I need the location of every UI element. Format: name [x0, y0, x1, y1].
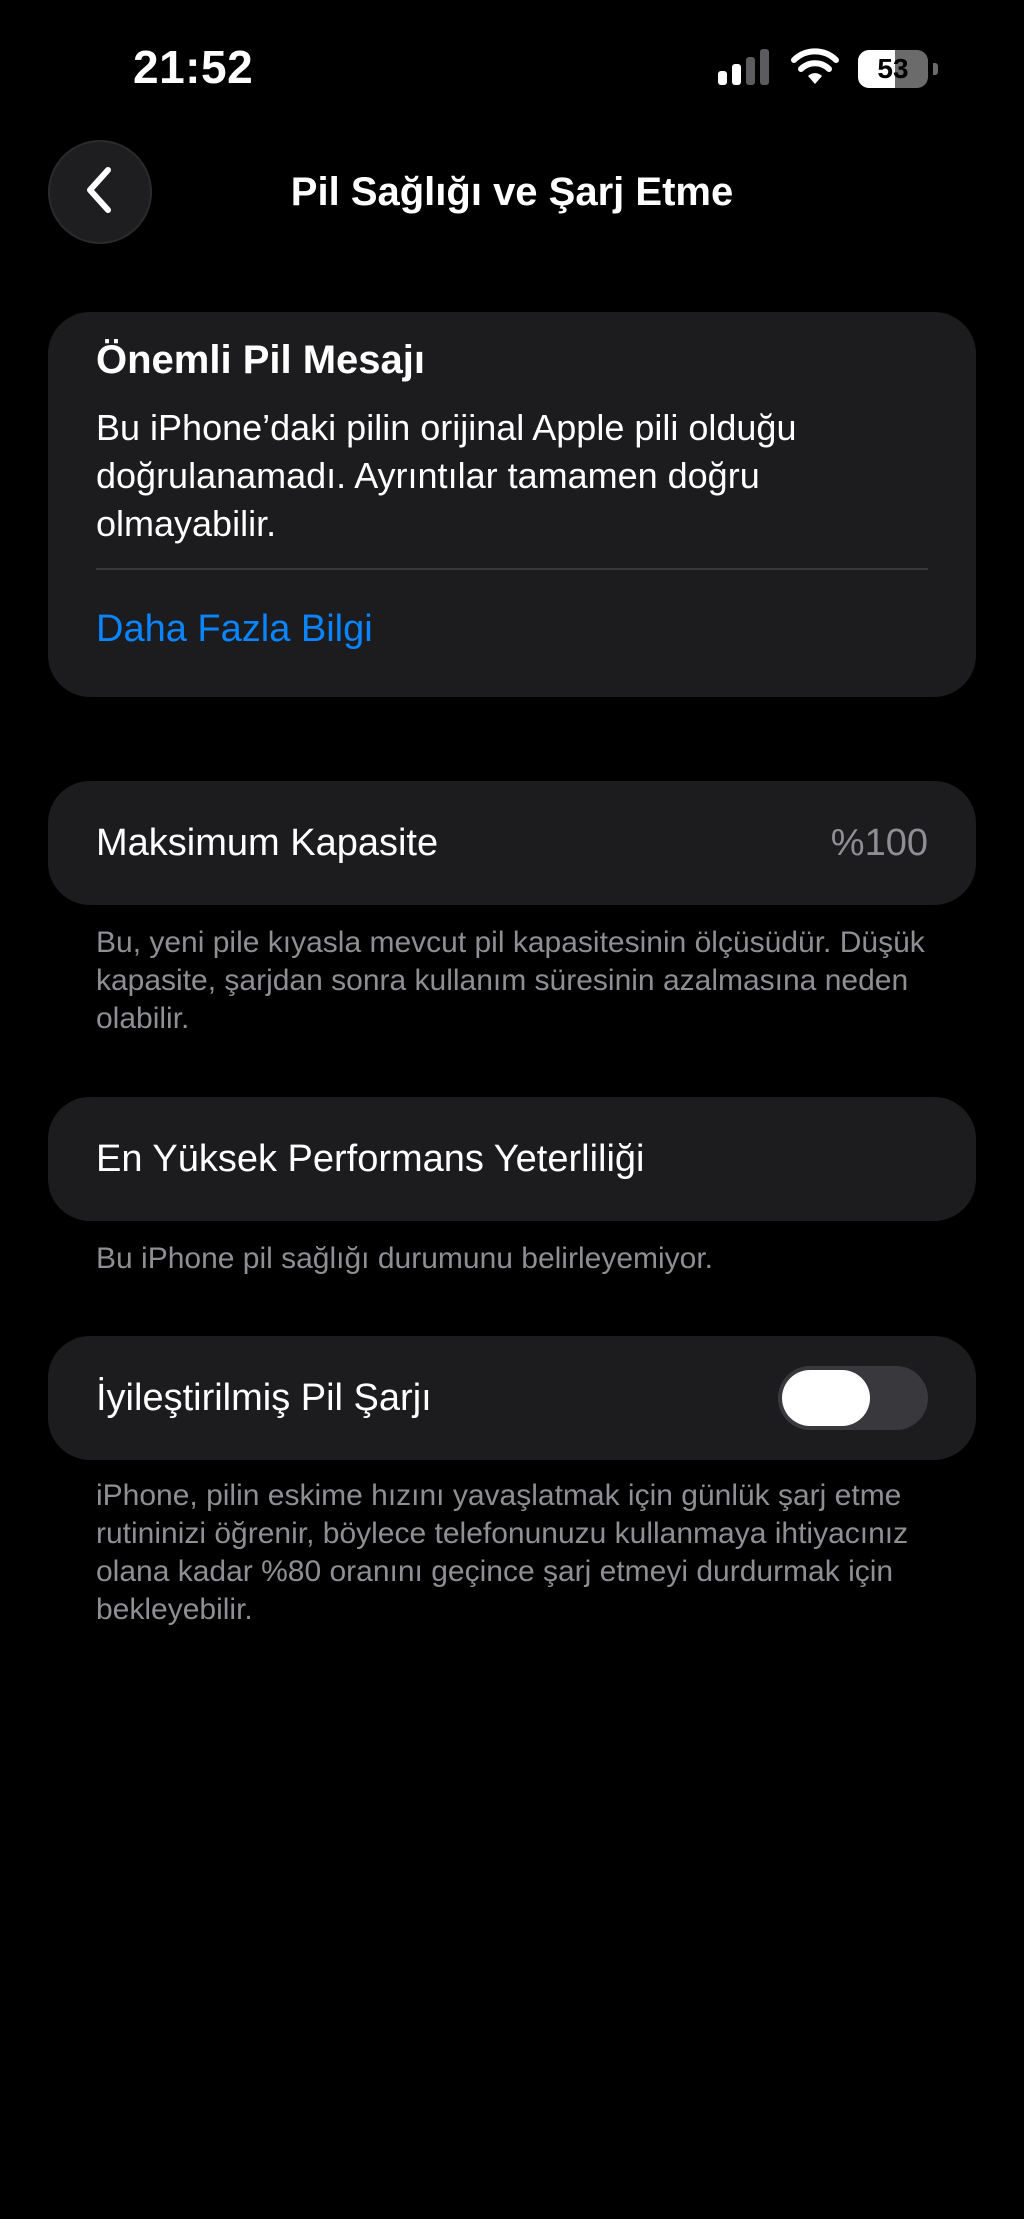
- back-button[interactable]: [48, 140, 152, 244]
- chevron-left-icon: [80, 164, 120, 221]
- optimized-charging-label: İyileştirilmiş Pil Şarjı: [96, 1377, 432, 1419]
- page-title: Pil Sağlığı ve Şarj Etme: [290, 170, 734, 214]
- learn-more-link[interactable]: Daha Fazla Bilgi: [96, 608, 373, 651]
- important-message-card: Önemli Pil Mesajı Bu iPhone’daki pilin o…: [48, 312, 976, 697]
- toggle-knob: [782, 1370, 870, 1426]
- status-time: 21:52: [133, 41, 254, 93]
- divider: [96, 568, 928, 570]
- max-capacity-label: Maksimum Kapasite: [96, 822, 439, 864]
- navigation-bar: Pil Sağlığı ve Şarj Etme: [0, 140, 1024, 246]
- peak-performance-footnote: Bu iPhone pil sağlığı durumunu belirleye…: [96, 1242, 714, 1275]
- battery-icon: 53: [858, 50, 938, 88]
- max-capacity-footnote: Bu, yeni pile kıyasla mevcut pil kapasit…: [96, 926, 925, 1035]
- wifi-icon: [790, 47, 840, 91]
- peak-performance-label: En Yüksek Performans Yeterliliği: [96, 1138, 645, 1180]
- max-capacity-row: Maksimum Kapasite %100: [48, 781, 976, 905]
- cellular-signal-icon: [718, 48, 772, 90]
- optimized-charging-row: İyileştirilmiş Pil Şarjı: [48, 1336, 976, 1460]
- status-icons: 53: [718, 47, 938, 91]
- peak-performance-row: En Yüksek Performans Yeterliliği: [48, 1097, 976, 1221]
- status-bar: 21:52 53: [0, 0, 1024, 130]
- optimized-charging-toggle[interactable]: [778, 1366, 928, 1430]
- important-message-title: Önemli Pil Mesajı: [96, 338, 426, 382]
- important-message-body: Bu iPhone’daki pilin orijinal Apple pili…: [96, 407, 797, 544]
- battery-level: 53: [877, 53, 909, 84]
- optimized-charging-footnote: iPhone, pilin eskime hızını yavaşlatmak …: [96, 1479, 909, 1626]
- max-capacity-value: %100: [830, 822, 928, 864]
